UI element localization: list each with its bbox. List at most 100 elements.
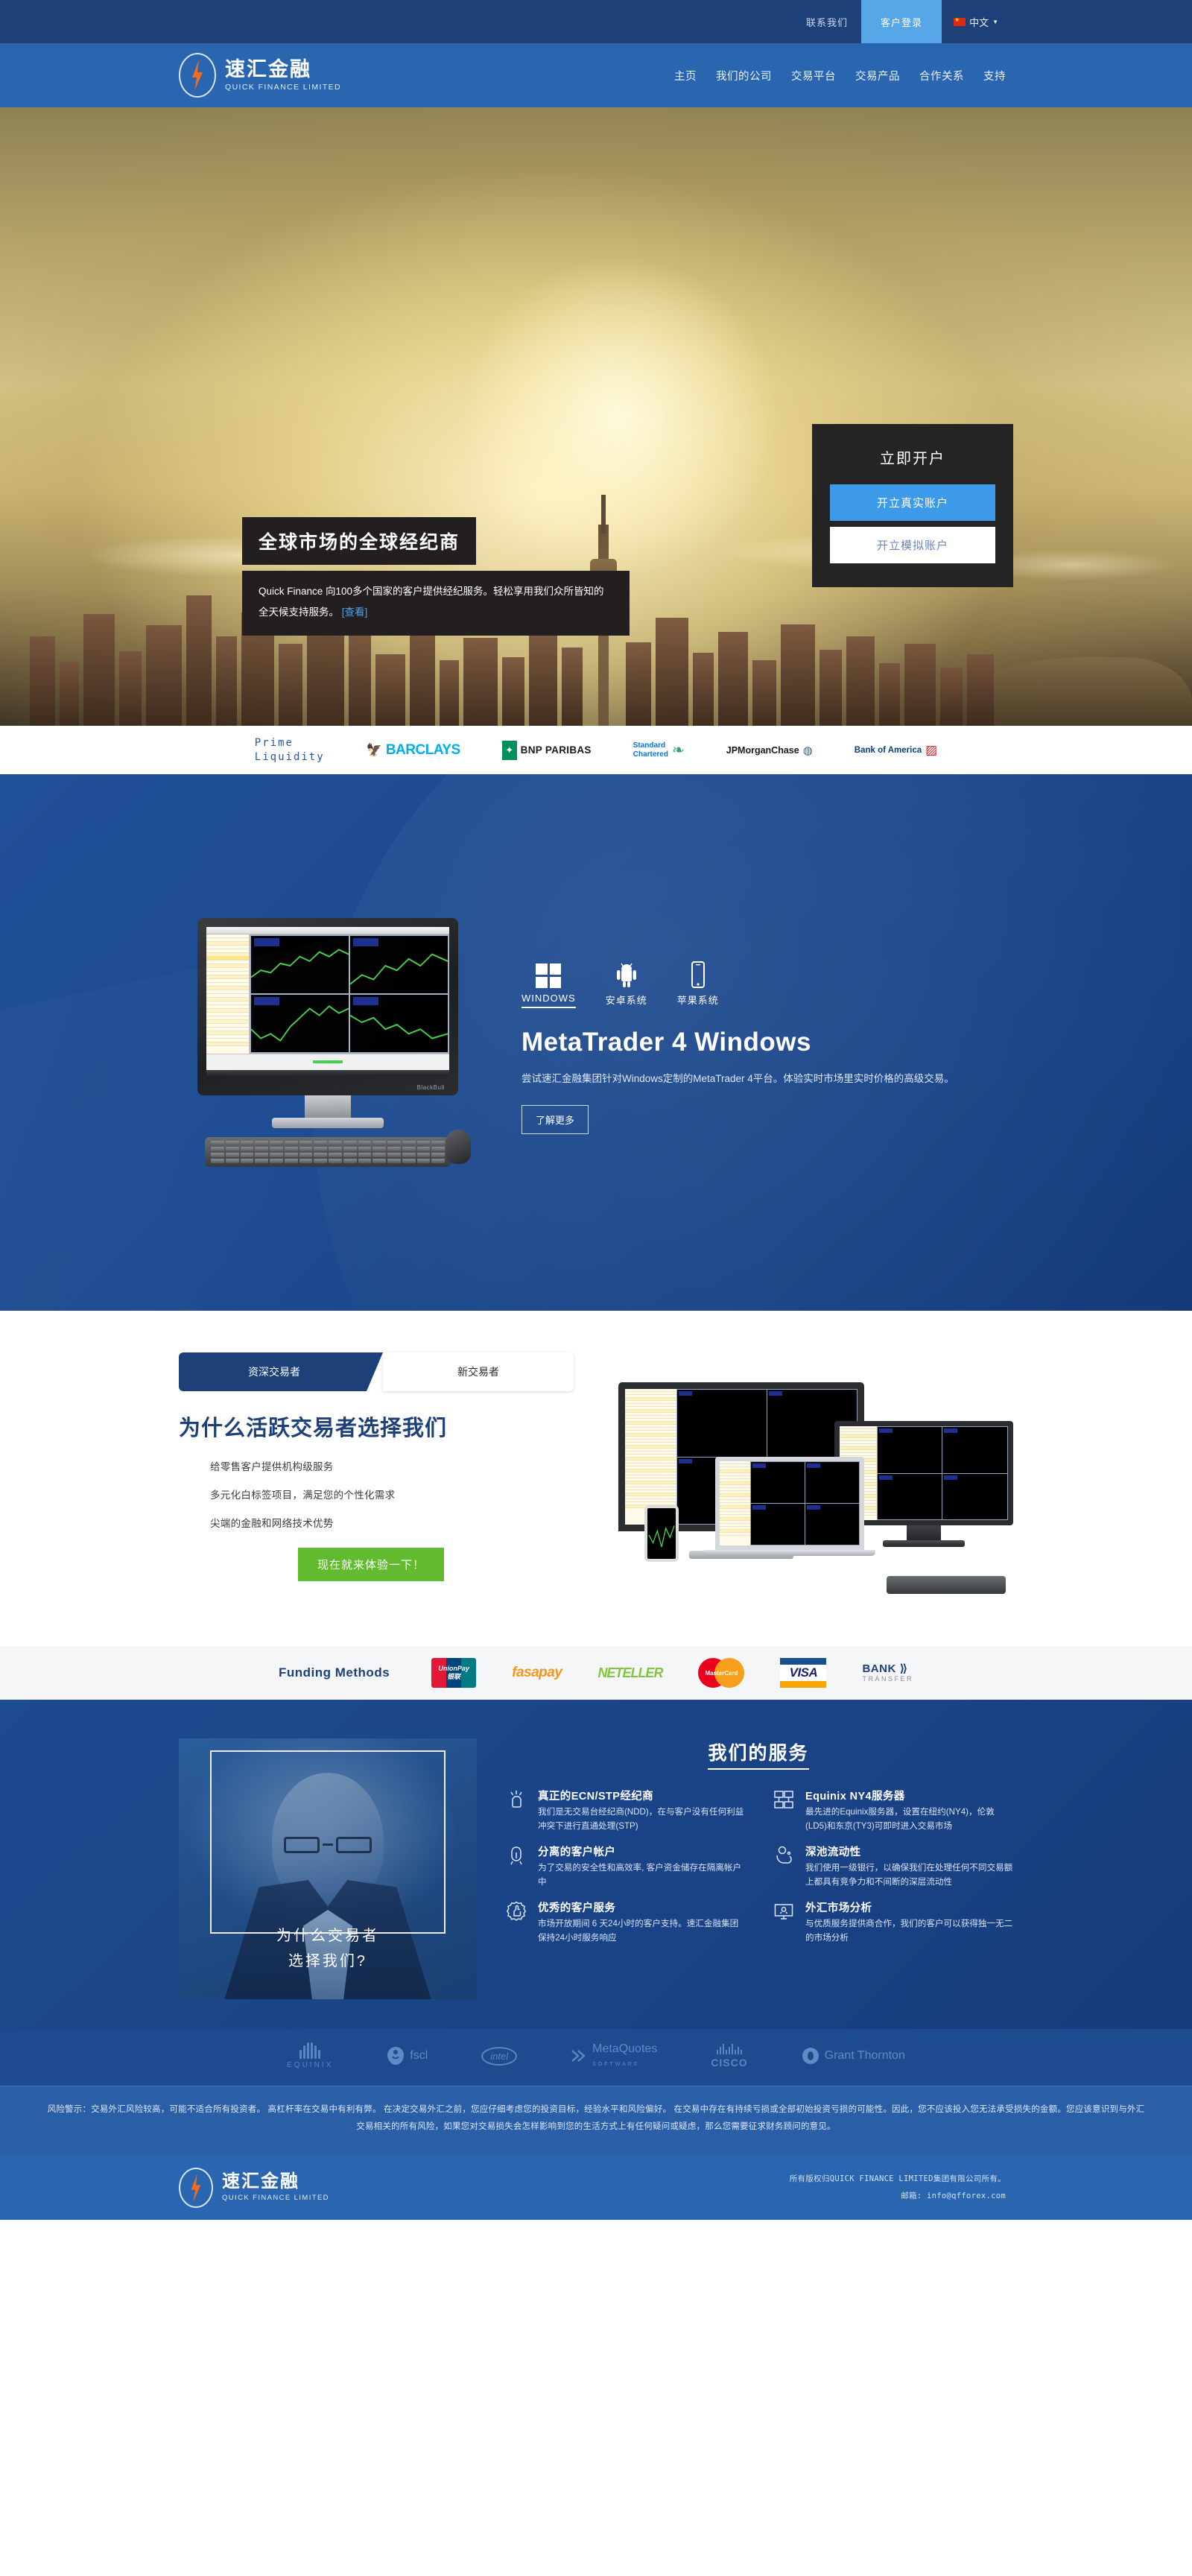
- lightning-bolt-icon: [192, 60, 203, 91]
- why-bullet-1: 给零售客户提供机构级服务: [210, 1461, 334, 1472]
- why-bullet-2: 多元化白标签项目，满足您的个性化需求: [210, 1490, 396, 1501]
- bank-logo-barclays: 🦅 BARCLAYS: [367, 742, 460, 759]
- partner-metaquotes: MetaQuotes SOFTWARE: [571, 2042, 657, 2069]
- os-tab-android-label: 安卓系统: [605, 994, 647, 1006]
- grant-thornton-icon: [802, 2048, 819, 2064]
- bnp-paribas-icon: ✦: [501, 740, 517, 760]
- service-text-deep-liquidity: 我们使用一级银行，以确保我们在处理任何不同交易额上都具有竞争力和不间断的深层流动…: [805, 1863, 1013, 1887]
- trader-type-tabs: 资深交易者 新交易者: [179, 1352, 574, 1391]
- service-item-ecn-stp: 真正的ECN/STP经纪商 我们是无交易台经纪商(NDD)，在与客户没有任何利益…: [504, 1788, 746, 1833]
- why-traders-section: 资深交易者 新交易者 为什么活跃交易者选择我们 给零售客户提供机构级服务 多元化…: [0, 1311, 1192, 1646]
- service-item-equinix-ny4: Equinix NY4服务器 最先进的Equinix服务器，设置在纽约(NY4)…: [771, 1788, 1013, 1833]
- servers-icon: [771, 1788, 796, 1833]
- sc-line1: Standard: [633, 741, 666, 750]
- thumbs-up-badge-icon: [504, 1899, 529, 1945]
- open-demo-account-button[interactable]: 开立模拟账户: [830, 527, 995, 563]
- footer-copyright: 所有版权归QUICK FINANCE LIMITED集团有限公司所有。: [789, 2174, 1006, 2184]
- keyboard-device: [887, 1576, 1006, 1594]
- fscl-icon: [387, 2047, 405, 2065]
- equinix-label: EQUINIX: [287, 2061, 334, 2069]
- services-title-text: 我们的服务: [708, 1743, 809, 1770]
- nav-item-products[interactable]: 交易产品: [855, 68, 900, 83]
- nav-item-company[interactable]: 我们的公司: [716, 68, 772, 83]
- nav-item-platform[interactable]: 交易平台: [791, 68, 836, 83]
- service-item-customer-service: 优秀的客户服务 市场开放期间 6 天24小时的客户支持。速汇金融集团保持24小时…: [504, 1899, 746, 1945]
- metaquotes-label: MetaQuotes: [592, 2042, 658, 2056]
- service-title-deep-liquidity: 深池流动性: [805, 1846, 861, 1859]
- chevron-down-icon: ▼: [992, 18, 998, 25]
- os-tab-apple[interactable]: 苹果系统: [677, 958, 719, 1008]
- footer-legal: 所有版权归QUICK FINANCE LIMITED集团有限公司所有。 邮箱: …: [790, 2171, 1006, 2203]
- brand-name-en: QUICK FINANCE LIMITED: [225, 82, 341, 92]
- contact-us-link[interactable]: 联系我们: [793, 0, 861, 43]
- laptop-device: [704, 1457, 875, 1556]
- os-tab-android[interactable]: 安卓系统: [606, 958, 647, 1008]
- platform-paragraph: 尝试速汇金融集团针对Windows定制的MetaTrader 4平台。体验实时市…: [522, 1072, 954, 1084]
- service-text-segregated-accounts: 为了交易的安全性和高效率, 客户资金储存在隔离帐户中: [538, 1863, 742, 1887]
- fasapay-label: fasapay: [512, 1665, 562, 1680]
- quick-finance-logo-icon: [179, 53, 216, 98]
- nav-item-home[interactable]: 主页: [674, 68, 697, 83]
- risk-disclosure-section: 风险警示：交易外汇风险较高，可能不适合所有投资者。 高杠杆率在交易中有利有弊。 …: [0, 2086, 1192, 2155]
- footer-lightning-bolt-icon: [191, 2173, 201, 2202]
- service-title-market-analysis: 外汇市场分析: [805, 1902, 872, 1915]
- bank-logo-jpmorgan: JPMorganChase ◍: [726, 744, 813, 757]
- why-heading: 为什么活跃交易者选择我们: [179, 1417, 448, 1440]
- service-title-segregated-accounts: 分离的客户帐户: [538, 1846, 616, 1859]
- photo-caption-line1: 为什么交易者: [276, 1928, 379, 1944]
- hero-subtitle: Quick Finance 向100多个国家的客户提供经纪服务。轻松享用我们众所…: [242, 571, 630, 636]
- partner-cisco: CISCO: [711, 2043, 747, 2069]
- service-item-segregated-accounts: 分离的客户帐户 为了交易的安全性和高效率, 客户资金储存在隔离帐户中: [504, 1844, 746, 1889]
- service-text-customer-service: 市场开放期间 6 天24小时的客户支持。速汇金融集团保持24小时服务响应: [538, 1919, 739, 1943]
- footer-brand-name-en: QUICK FINANCE LIMITED: [222, 2194, 329, 2203]
- os-tab-apple-label: 苹果系统: [676, 994, 719, 1006]
- bank-logo-bank-of-america: Bank of America ▨: [855, 743, 937, 758]
- partner-equinix: EQUINIX: [287, 2042, 333, 2069]
- barclays-eagle-icon: 🦅: [366, 742, 382, 757]
- language-selector[interactable]: 中文 ▼: [942, 0, 1006, 43]
- monitor-brand-label: BlackBull: [416, 1084, 445, 1091]
- tab-new-trader[interactable]: 新交易者: [383, 1352, 574, 1391]
- open-live-account-button[interactable]: 开立真实账户: [830, 484, 995, 521]
- funding-methods-bar: Funding Methods UnionPay 银联 fasapay NETE…: [0, 1646, 1192, 1700]
- footer-brand-name-cn: 速汇金融: [222, 2171, 299, 2192]
- language-label: 中文: [969, 16, 989, 28]
- fasapay-icon: fasapay: [512, 1665, 562, 1681]
- brand-logo[interactable]: 速汇金融 QUICK FINANCE LIMITED: [179, 53, 341, 98]
- nav-item-support[interactable]: 支持: [983, 68, 1006, 83]
- service-title-customer-service: 优秀的客户服务: [538, 1902, 616, 1915]
- try-now-button[interactable]: 现在就来体验一下！: [298, 1548, 445, 1581]
- platform-learn-more-button[interactable]: 了解更多: [522, 1105, 589, 1135]
- hero-view-link[interactable]: [查看]: [342, 607, 368, 618]
- standard-chartered-label: Standard Chartered: [633, 741, 668, 759]
- keyboard-illustration: [205, 1137, 451, 1167]
- prime-liquidity-bar: Prime Liquidity 🦅 BARCLAYS ✦ BNP PARIBAS…: [0, 726, 1192, 774]
- partner-logos-row: EQUINIX fscl intel MetaQuotes SOFTWARE C…: [0, 2029, 1192, 2086]
- footer-brand-logo[interactable]: 速汇金融 QUICK FINANCE LIMITED: [179, 2167, 329, 2208]
- platform-heading: MetaTrader 4 Windows: [522, 1027, 811, 1057]
- prime-liquidity-line1: Prime: [254, 736, 294, 749]
- hero-subtitle-text: Quick Finance 向100多个国家的客户提供经纪服务。轻松享用我们众所…: [259, 586, 604, 618]
- hero-banner: 全球市场的全球经纪商 Quick Finance 向100多个国家的客户提供经纪…: [0, 107, 1192, 726]
- client-login-button[interactable]: 客户登录: [861, 0, 942, 43]
- service-item-market-analysis: 外汇市场分析 与优质服务提供商合作，我们的客户可以获得独一无二的市场分析: [771, 1899, 1013, 1945]
- tab-experienced-trader[interactable]: 资深交易者: [179, 1352, 383, 1391]
- handshake-icon: [504, 1788, 529, 1833]
- piggy-bank-icon: [771, 1844, 796, 1889]
- apple-phone-icon: [677, 958, 719, 988]
- footer-quick-finance-logo-icon: [179, 2167, 213, 2208]
- partner-grant-thornton: Grant Thornton: [802, 2047, 905, 2065]
- os-tab-windows[interactable]: WINDOWS: [522, 958, 576, 1008]
- footer-email[interactable]: 邮箱: info@qfforex.com: [790, 2188, 1006, 2204]
- cisco-icon: [716, 2043, 742, 2054]
- partner-fscl: fscl: [387, 2046, 428, 2066]
- metaquotes-sub: SOFTWARE: [592, 2062, 640, 2067]
- unionpay-label: UnionPay: [438, 1664, 469, 1672]
- smartphone-device: [644, 1505, 679, 1562]
- brand-name-cn: 速汇金融: [225, 57, 311, 80]
- bank-transfer-sub: TRANSFER: [862, 1675, 913, 1683]
- os-tabs: WINDOWS 安卓系统 苹果系统: [522, 958, 1013, 1008]
- bank-transfer-icon: BANK ⟫ TRANSFER: [862, 1662, 913, 1683]
- nav-item-partnership[interactable]: 合作关系: [919, 68, 964, 83]
- vault-icon: [504, 1844, 529, 1889]
